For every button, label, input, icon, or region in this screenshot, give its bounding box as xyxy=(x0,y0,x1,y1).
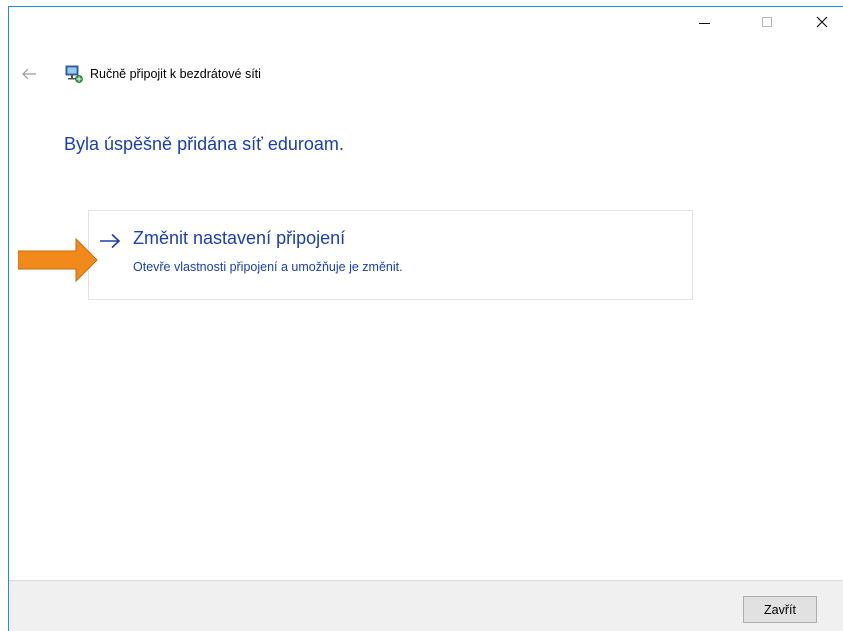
minimize-button[interactable] xyxy=(681,7,727,37)
back-arrow-icon[interactable] xyxy=(21,67,37,81)
close-button[interactable]: Zavřít xyxy=(743,596,817,623)
callout-arrow-icon xyxy=(18,237,98,283)
minimize-icon xyxy=(698,22,710,24)
maximize-icon xyxy=(762,17,772,27)
option-title: Změnit nastavení připojení xyxy=(133,228,346,248)
network-icon xyxy=(65,65,83,83)
success-message: Byla úspěšně přidána síť eduroam. xyxy=(64,134,344,154)
arrow-right-icon xyxy=(100,233,121,249)
close-window-button[interactable] xyxy=(799,7,843,37)
close-icon xyxy=(816,16,828,28)
wizard-title: Ručně připojit k bezdrátové síti xyxy=(90,67,261,81)
wizard-window: Ručně připojit k bezdrátové síti Byla ús… xyxy=(8,6,843,631)
change-connection-settings-option[interactable]: Změnit nastavení připojení Otevře vlastn… xyxy=(88,210,693,300)
dialog-footer: Zavřít xyxy=(9,580,843,631)
option-description: Otevře vlastnosti připojení a umožňuje j… xyxy=(133,260,403,274)
maximize-button[interactable] xyxy=(744,7,790,37)
